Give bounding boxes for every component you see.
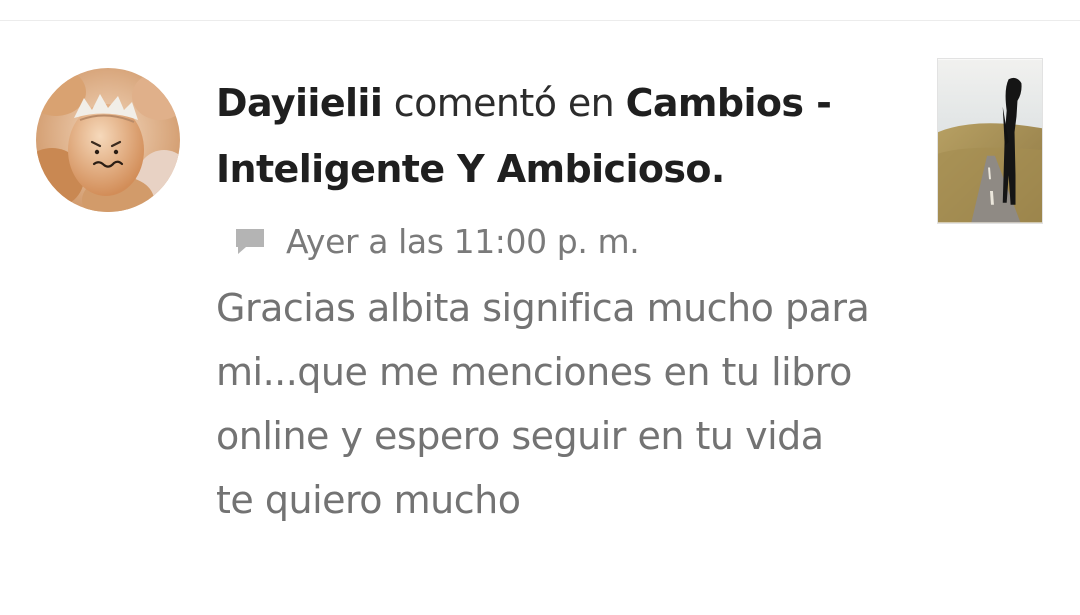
top-divider xyxy=(0,20,1080,21)
story-cover-image-icon xyxy=(938,59,1042,223)
notification-meta: Ayer a las 11:00 p. m. xyxy=(216,218,906,264)
comment-body: Gracias albita significa mucho para mi..… xyxy=(216,286,870,522)
comment-icon xyxy=(236,229,264,254)
notification-content: Dayiielii comentó en Cambios - Inteligen… xyxy=(216,70,906,532)
user-avatar[interactable] xyxy=(36,68,180,212)
egg-face-avatar-icon xyxy=(36,68,180,212)
notification-headline: Dayiielii comentó en Cambios - Inteligen… xyxy=(216,70,906,202)
user-name-link[interactable]: Dayiielii xyxy=(216,81,383,125)
activity-verb: comentó en xyxy=(393,81,615,125)
timestamp: Ayer a las 11:00 p. m. xyxy=(286,221,640,261)
story-cover-thumbnail[interactable] xyxy=(937,58,1043,224)
